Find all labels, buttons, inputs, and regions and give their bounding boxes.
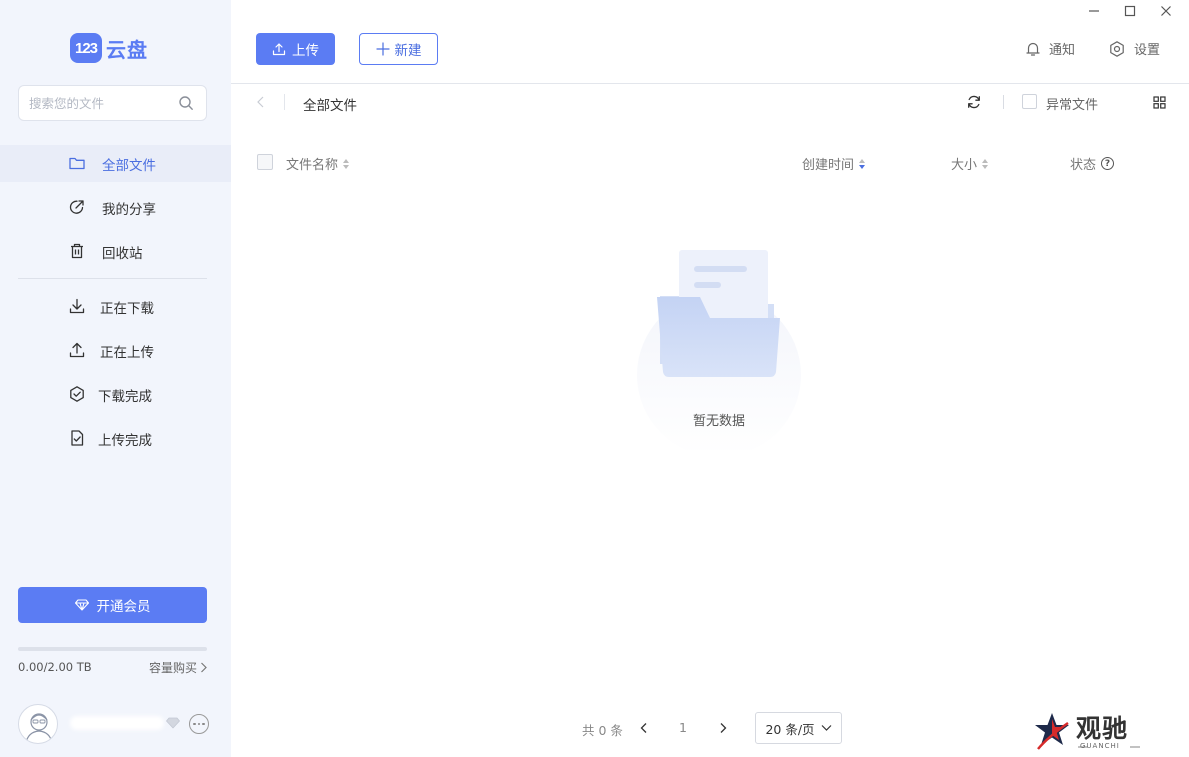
- sidebar: 123 云盘 全部文件 我的分享 回收站 正在下载: [0, 0, 231, 757]
- upload-button[interactable]: 上传: [256, 33, 335, 65]
- sidebar-item-label: 我的分享: [102, 198, 156, 218]
- storage-progress-bar: [18, 647, 207, 651]
- app-logo: 123 云盘: [70, 33, 148, 63]
- select-all-checkbox[interactable]: [257, 154, 273, 170]
- upload-button-label: 上传: [292, 39, 319, 59]
- sort-icon: [859, 159, 865, 169]
- avatar[interactable]: [18, 704, 58, 744]
- notifications-button[interactable]: 通知: [1025, 39, 1075, 58]
- sidebar-item-label: 下载完成: [98, 385, 152, 405]
- vip-button-label: 开通会员: [97, 595, 151, 615]
- sidebar-item-recycle-bin[interactable]: 回收站: [0, 233, 231, 270]
- breadcrumb-separator: [284, 94, 285, 110]
- column-label: 状态: [1070, 154, 1096, 173]
- grid-view-icon[interactable]: [1153, 96, 1166, 109]
- pagination-total: 共 0 条: [582, 720, 623, 739]
- plus-icon: [376, 42, 390, 56]
- bell-icon: [1025, 41, 1041, 57]
- column-header-size[interactable]: 大小: [951, 154, 988, 173]
- search-box: [18, 85, 207, 121]
- settings-button[interactable]: 设置: [1108, 39, 1160, 58]
- more-options-button[interactable]: [189, 714, 209, 734]
- search-input[interactable]: [29, 94, 179, 112]
- search-icon[interactable]: [178, 95, 194, 111]
- download-icon: [68, 297, 86, 315]
- upload-icon: [68, 341, 86, 359]
- buy-capacity-link[interactable]: 容量购买: [149, 659, 207, 676]
- sidebar-item-downloading[interactable]: 正在下载: [0, 288, 231, 325]
- sidebar-item-uploading[interactable]: 正在上传: [0, 332, 231, 369]
- sidebar-item-label: 全部文件: [102, 154, 156, 174]
- page-size-value: 20 条/页: [765, 719, 814, 738]
- sidebar-item-label: 正在下载: [100, 297, 154, 317]
- help-icon[interactable]: ?: [1101, 157, 1114, 170]
- share-icon: [68, 198, 86, 216]
- column-label: 创建时间: [802, 154, 854, 173]
- breadcrumb[interactable]: 全部文件: [303, 94, 357, 114]
- abnormal-files-label: 异常文件: [1046, 94, 1098, 113]
- watermark-subtitle: GUANCHI: [1080, 742, 1120, 750]
- sidebar-item-label: 上传完成: [98, 429, 152, 449]
- minimize-icon: [1088, 5, 1100, 17]
- sidebar-item-all-files[interactable]: 全部文件: [0, 145, 231, 182]
- logo-text: 云盘: [106, 34, 148, 63]
- column-label: 大小: [951, 154, 977, 173]
- watermark-title: 观驰: [1076, 709, 1128, 745]
- next-page-icon[interactable]: [716, 720, 730, 736]
- minimize-button[interactable]: [1083, 2, 1105, 20]
- sidebar-item-label: 回收站: [102, 242, 143, 262]
- sidebar-item-download-complete[interactable]: 下载完成: [0, 376, 231, 413]
- buy-capacity-label: 容量购买: [149, 659, 197, 676]
- back-chevron-icon[interactable]: [254, 94, 268, 110]
- abnormal-files-checkbox[interactable]: [1022, 94, 1037, 109]
- chevron-right-icon: [200, 662, 207, 673]
- column-header-status[interactable]: 状态 ?: [1070, 154, 1114, 173]
- trash-icon: [68, 242, 86, 260]
- close-button[interactable]: [1155, 2, 1177, 20]
- maximize-button[interactable]: [1119, 2, 1141, 20]
- empty-state-text: 暂无数据: [664, 410, 774, 429]
- sidebar-item-label: 正在上传: [100, 341, 154, 361]
- page-size-select[interactable]: 20 条/页: [755, 712, 842, 744]
- maximize-icon: [1124, 5, 1136, 17]
- notifications-label: 通知: [1049, 39, 1075, 58]
- upload-icon: [272, 42, 286, 56]
- new-button-label: 新建: [395, 39, 422, 59]
- sidebar-item-my-shares[interactable]: 我的分享: [0, 189, 231, 226]
- sort-icon: [982, 159, 988, 169]
- sidebar-divider: [18, 278, 207, 279]
- toolbar-divider: [231, 83, 1189, 84]
- prev-page-icon[interactable]: [637, 720, 651, 736]
- chevron-down-icon: [821, 724, 832, 732]
- vip-button[interactable]: 开通会员: [18, 587, 207, 623]
- download-complete-icon: [68, 385, 86, 403]
- column-header-name[interactable]: 文件名称: [286, 154, 349, 173]
- avatar-illustration: [19, 705, 58, 744]
- refresh-icon[interactable]: [966, 94, 982, 110]
- logo-badge: 123: [70, 33, 102, 63]
- settings-label: 设置: [1134, 39, 1160, 58]
- folder-icon: [68, 154, 86, 172]
- column-label: 文件名称: [286, 154, 338, 173]
- upload-complete-icon: [68, 429, 86, 447]
- sort-icon: [343, 159, 349, 169]
- diamond-icon: [75, 599, 89, 611]
- vip-diamond-icon: [166, 717, 180, 729]
- column-header-created-time[interactable]: 创建时间: [802, 154, 865, 173]
- sidebar-item-upload-complete[interactable]: 上传完成: [0, 420, 231, 457]
- username-redacted: [70, 716, 164, 730]
- toolbar-separator: [1003, 95, 1004, 109]
- gear-icon: [1108, 40, 1126, 58]
- close-icon: [1160, 5, 1172, 17]
- page-number[interactable]: 1: [679, 720, 687, 735]
- storage-usage-text: 0.00/2.00 TB: [18, 660, 92, 674]
- new-button[interactable]: 新建: [359, 33, 438, 65]
